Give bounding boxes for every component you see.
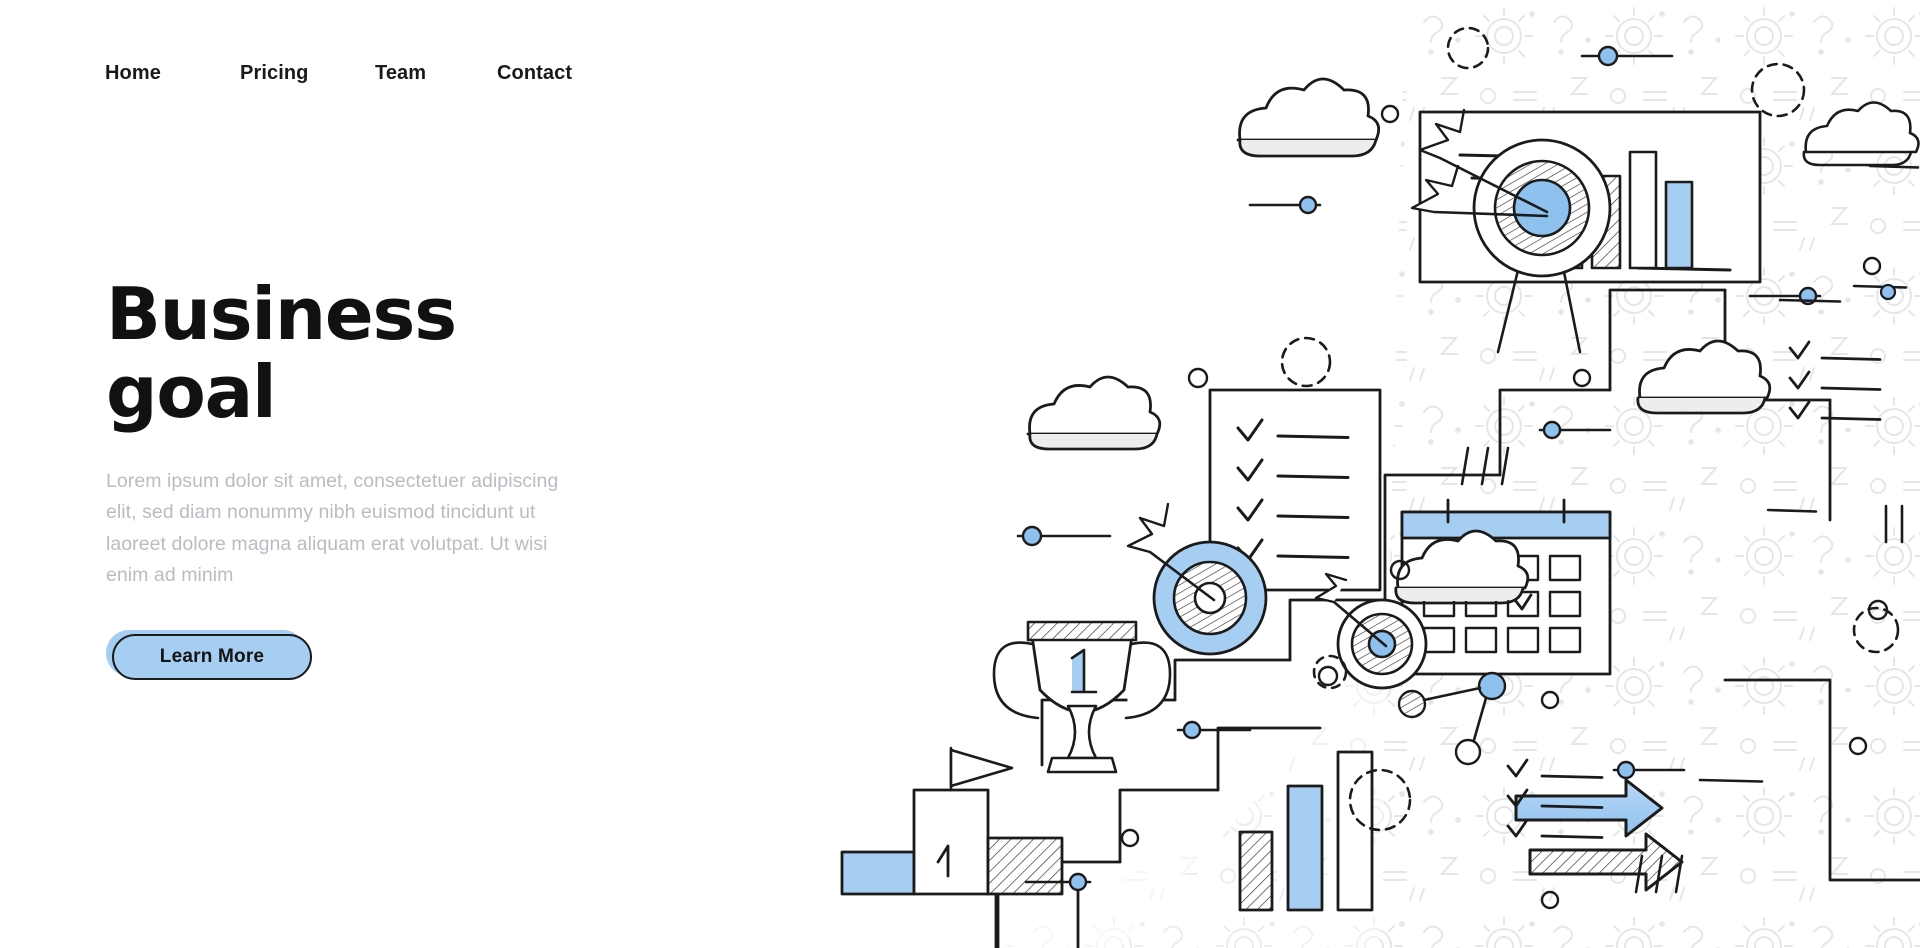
landing-page: Home Pricing Team Contact Business goal … [0,0,1920,948]
main-navigation: Home Pricing Team Contact [105,62,617,85]
cloud-1 [1236,77,1381,158]
hero-illustration [820,0,1920,948]
podium [840,746,1064,896]
slider-4 [1176,720,1252,740]
learn-more-button[interactable]: Learn More [112,634,312,680]
hero-description: Lorem ipsum dolor sit amet, consectetuer… [106,469,559,587]
nav-item-contact[interactable]: Contact [497,62,617,85]
page-title: Business goal [106,272,457,434]
trophy [992,620,1172,774]
hero-section: Business goal Lorem ipsum dolor sit amet… [106,272,626,592]
nav-item-team[interactable]: Team [375,62,497,85]
nav-item-home[interactable]: Home [105,62,240,85]
slider-2 [1248,195,1322,215]
slider-3 [1016,525,1112,547]
nav-item-pricing[interactable]: Pricing [240,62,375,85]
cloud-2 [1026,375,1162,451]
cta-container: Learn More [106,630,316,682]
